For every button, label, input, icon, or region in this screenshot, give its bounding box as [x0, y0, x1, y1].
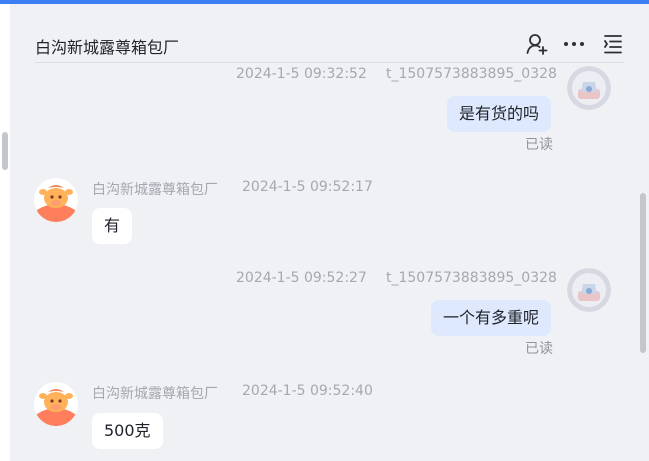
message-timestamp: 2024-1-5 09:32:52	[236, 66, 367, 82]
chat-scrollbar-thumb[interactable]	[640, 193, 646, 353]
chat-header: 白沟新城露尊箱包厂	[35, 4, 624, 63]
message-sender: t_1507573883895_0328	[386, 66, 557, 82]
message-timestamp: 2024-1-5 09:52:40	[242, 383, 373, 399]
more-icon[interactable]	[562, 32, 586, 56]
chat-title: 白沟新城露尊箱包厂	[35, 38, 180, 57]
read-status: 已读	[525, 137, 553, 153]
left-panel-scrollbar[interactable]	[0, 4, 10, 461]
message-bubble[interactable]: 是有货的吗	[447, 96, 552, 132]
customer-avatar[interactable]	[567, 66, 611, 110]
shop-avatar[interactable]	[34, 382, 78, 426]
customer-avatar[interactable]	[567, 268, 611, 312]
message-sender: 白沟新城露尊箱包厂	[92, 182, 218, 198]
message-bubble[interactable]: 一个有多重呢	[431, 300, 552, 336]
list-icon[interactable]	[601, 32, 625, 56]
message-sender: t_1507573883895_0328	[386, 270, 557, 286]
add-user-icon[interactable]	[525, 32, 549, 56]
shop-avatar[interactable]	[34, 178, 78, 222]
read-status: 已读	[525, 341, 553, 357]
message-bubble[interactable]: 有	[92, 208, 133, 244]
left-scrollbar-thumb[interactable]	[2, 132, 8, 170]
message-timestamp: 2024-1-5 09:52:17	[242, 179, 373, 195]
message-sender: 白沟新城露尊箱包厂	[92, 386, 218, 402]
message-bubble[interactable]: 500克	[92, 413, 163, 449]
message-timestamp: 2024-1-5 09:52:27	[236, 270, 367, 286]
